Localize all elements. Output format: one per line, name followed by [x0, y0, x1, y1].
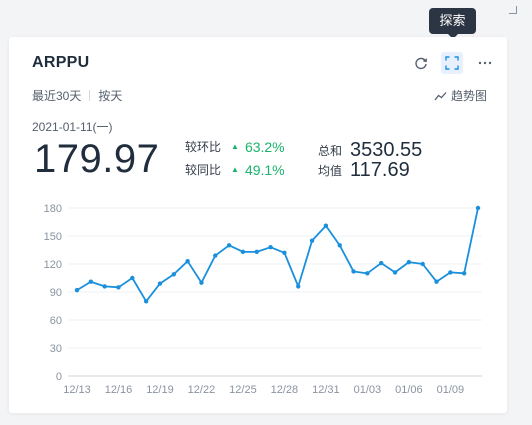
series-line: [76, 207, 479, 303]
data-point: [420, 261, 425, 267]
explore-tooltip: 探索: [429, 8, 476, 39]
y-tick-label: 90: [50, 287, 62, 299]
data-point: [240, 249, 246, 255]
data-point: [74, 287, 80, 293]
arppu-card: ARPPU 最近30天 按天 趋势图 2021-01-11(一) 179.97 …: [9, 37, 507, 413]
y-tick-label: 150: [44, 231, 62, 243]
data-point: [130, 275, 135, 281]
data-point: [88, 279, 94, 284]
data-point: [185, 259, 190, 264]
data-point: [171, 272, 176, 277]
x-tick-label: 01/06: [395, 384, 423, 396]
data-point: [365, 271, 370, 276]
y-tick-label: 60: [50, 315, 62, 327]
trend-line-chart: 0 30 60 90 120 150 180 12/13 12/16 12/19 12/22 12/2…: [44, 203, 482, 396]
x-tick-label: 12/16: [105, 384, 133, 396]
data-point: [157, 281, 163, 286]
data-point: [143, 299, 149, 304]
x-tick-label: 12/31: [312, 384, 340, 396]
data-point: [351, 269, 356, 274]
x-tick-label: 01/03: [354, 384, 382, 396]
x-tick-label: 12/22: [188, 384, 216, 396]
data-point: [448, 270, 453, 275]
data-point: [406, 259, 412, 265]
x-tick-label: 12/13: [63, 384, 91, 396]
data-point: [268, 245, 273, 250]
data-point: [434, 279, 439, 284]
data-point: [337, 243, 342, 248]
data-point: [282, 250, 287, 255]
data-point: [461, 271, 467, 276]
x-tick-label: 01/09: [437, 384, 465, 396]
data-point: [254, 249, 259, 255]
data-point: [296, 284, 301, 289]
x-tick-label: 12/25: [229, 384, 257, 396]
data-point: [199, 280, 204, 285]
resize-corner-icon: [509, 6, 517, 14]
data-point: [116, 285, 121, 290]
data-point: [309, 238, 315, 243]
data-point: [213, 253, 218, 258]
data-point: [379, 260, 384, 266]
data-point: [102, 284, 107, 289]
data-point: [323, 223, 329, 228]
data-point: [392, 270, 398, 275]
x-tick-label: 12/19: [146, 384, 174, 396]
data-point: [226, 243, 232, 248]
y-tick-label: 0: [56, 371, 62, 383]
data-point: [475, 205, 481, 211]
y-tick-label: 120: [44, 259, 62, 271]
y-tick-label: 30: [50, 343, 62, 355]
x-tick-label: 12/28: [271, 384, 299, 396]
y-tick-label: 180: [44, 203, 62, 215]
